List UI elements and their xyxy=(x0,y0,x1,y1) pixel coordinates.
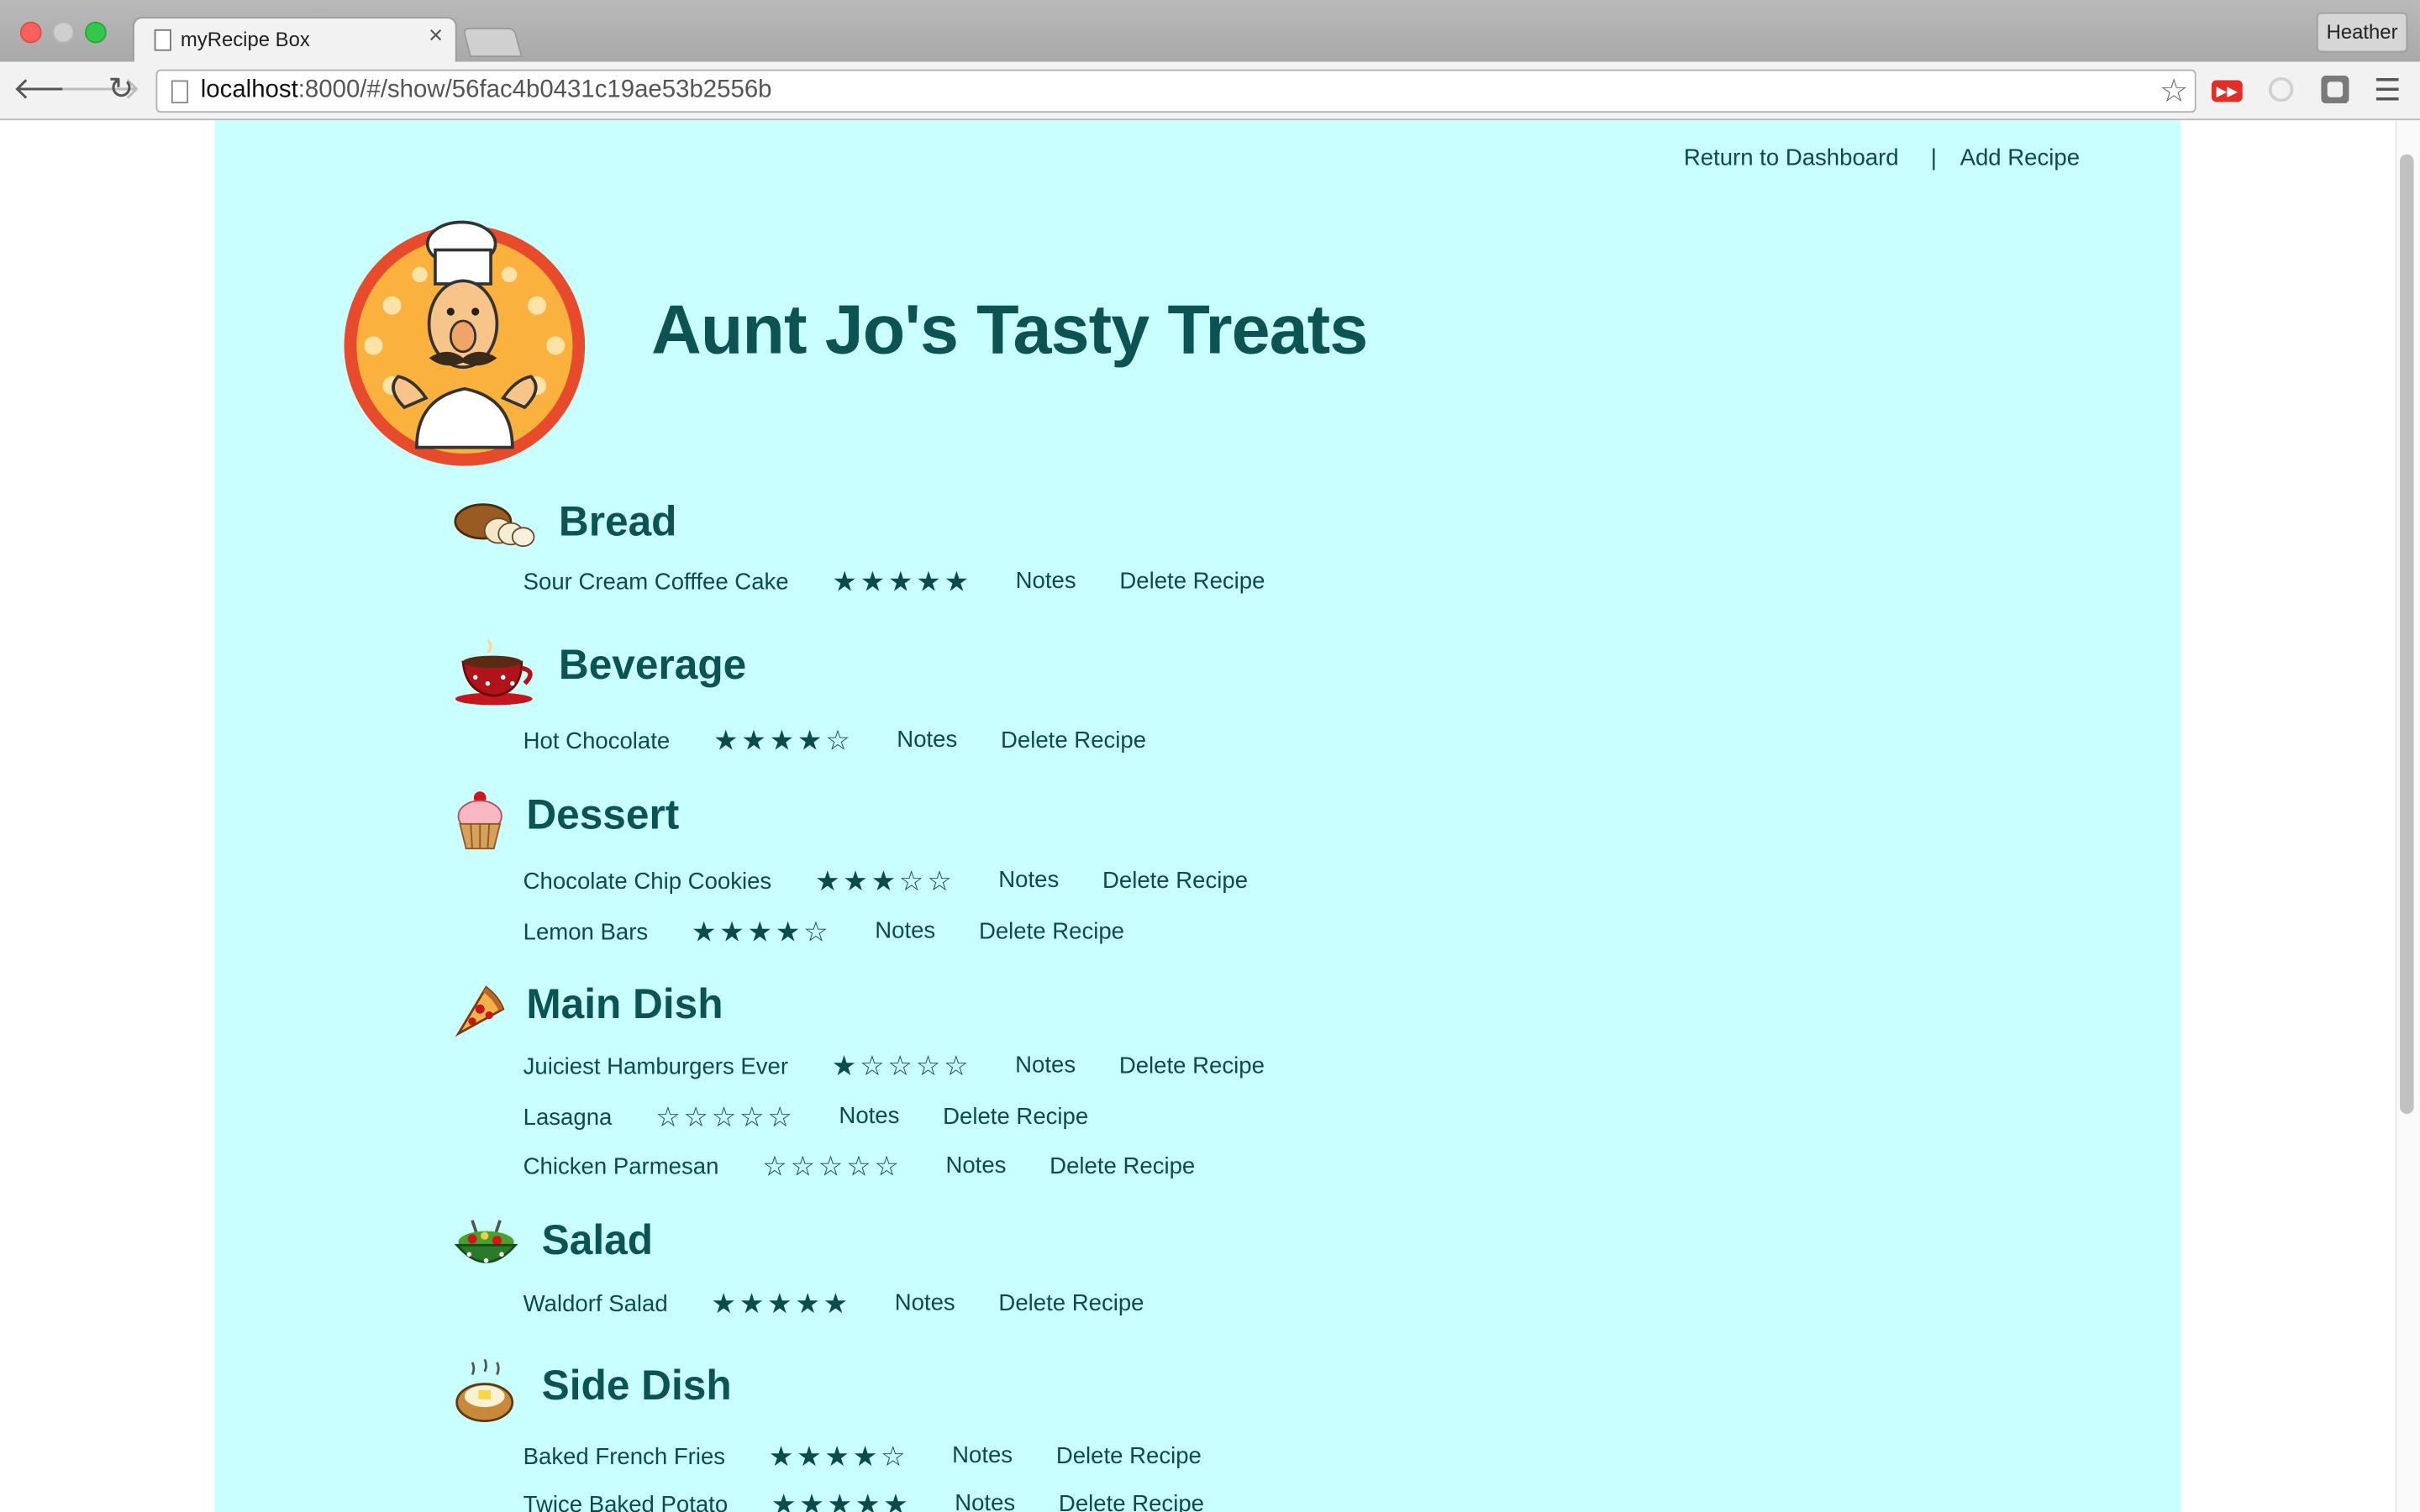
notes-link[interactable]: Notes xyxy=(1016,569,1076,595)
recipe-row: Waldorf Salad ★★★★★ Notes Delete Recipe xyxy=(523,1289,1144,1321)
recipe-name: Chocolate Chip Cookies xyxy=(523,869,772,895)
page-icon xyxy=(171,80,189,104)
rating-stars: ★★★☆☆ xyxy=(814,865,955,897)
recipe-name: Baked French Fries xyxy=(523,1444,726,1471)
delete-recipe-link[interactable]: Delete Recipe xyxy=(1119,569,1265,595)
notes-link[interactable]: Notes xyxy=(897,727,957,753)
category-title: Beverage xyxy=(558,642,747,689)
delete-recipe-link[interactable]: Delete Recipe xyxy=(998,1290,1144,1316)
site-title: Aunt Jo's Tasty Treats xyxy=(651,290,1368,369)
recipe-name: Lemon Bars xyxy=(523,919,649,946)
notes-link[interactable]: Notes xyxy=(998,868,1059,894)
scrollbar-thumb[interactable] xyxy=(2400,154,2414,1115)
recipe-name: Lasagna xyxy=(523,1105,613,1131)
salad-bowl-icon xyxy=(454,1220,518,1263)
document-icon xyxy=(154,29,171,51)
browser-toolbar: 🡐 🡒 ↻ localhost:8000/#/show/56fac4b0431c… xyxy=(0,61,2420,121)
window-maximize-button[interactable] xyxy=(85,21,107,44)
delete-recipe-link[interactable]: Delete Recipe xyxy=(1102,868,1248,894)
browser-titlebar: myRecipe Box × Heather xyxy=(0,0,2420,64)
rating-stars: ★★★★★ xyxy=(711,1288,851,1320)
delete-recipe-link[interactable]: Delete Recipe xyxy=(979,919,1124,945)
youtube-extension-icon[interactable]: ▶▶ xyxy=(2211,74,2245,108)
delete-recipe-link[interactable]: Delete Recipe xyxy=(1050,1153,1195,1179)
cupcake-icon xyxy=(457,791,502,850)
category-title: Dessert xyxy=(526,791,680,838)
recipe-row: Chicken Parmesan ☆☆☆☆☆ Notes Delete Reci… xyxy=(523,1151,1196,1184)
recipe-name: Twice Baked Potato xyxy=(523,1492,729,1512)
rating-stars: ★☆☆☆☆ xyxy=(831,1050,972,1082)
recipe-row: Sour Cream Cofffee Cake ★★★★★ Notes Dele… xyxy=(523,566,1265,599)
recipe-row: Lemon Bars ★★★★☆ Notes Delete Recipe xyxy=(523,916,1124,949)
window-minimize-button[interactable] xyxy=(52,21,75,44)
recipe-name: Chicken Parmesan xyxy=(523,1153,719,1181)
url-text[interactable]: localhost:8000/#/show/56fac4b0431c19ae53… xyxy=(201,77,772,105)
recipe-row: Hot Chocolate ★★★★☆ Notes Delete Recipe xyxy=(523,725,1146,758)
recipe-row: Lasagna ☆☆☆☆☆ Notes Delete Recipe xyxy=(523,1101,1089,1134)
recipe-row: Juiciest Hamburgers Ever ★☆☆☆☆ Notes Del… xyxy=(523,1051,1265,1084)
page-content: Return to Dashboard | Add Recipe Aunt Jo… xyxy=(214,120,2181,1512)
teacup-icon xyxy=(455,638,533,706)
baked-potato-icon xyxy=(455,1359,514,1422)
recipe-row: Baked French Fries ★★★★☆ Notes Delete Re… xyxy=(523,1441,1202,1473)
delete-recipe-link[interactable]: Delete Recipe xyxy=(1059,1491,1204,1512)
rating-stars: ★★★★★ xyxy=(771,1488,912,1512)
browser-tab[interactable]: myRecipe Box × xyxy=(132,17,457,64)
recipe-name: Waldorf Salad xyxy=(523,1291,668,1318)
rating-stars: ★★★★★ xyxy=(832,566,972,597)
notes-link[interactable]: Notes xyxy=(1015,1053,1076,1079)
add-recipe-link[interactable]: Add Recipe xyxy=(1960,145,2080,171)
return-to-dashboard-link[interactable]: Return to Dashboard xyxy=(1684,145,1899,171)
notes-link[interactable]: Notes xyxy=(945,1153,1006,1179)
rating-stars: ☆☆☆☆☆ xyxy=(655,1101,796,1133)
recipe-row: Chocolate Chip Cookies ★★★☆☆ Notes Delet… xyxy=(523,865,1248,898)
bookmark-star-icon[interactable]: ☆ xyxy=(2160,72,2189,111)
category-title: Side Dish xyxy=(541,1362,732,1409)
recipe-name: Juiciest Hamburgers Ever xyxy=(523,1053,789,1080)
category-title: Bread xyxy=(558,498,677,545)
rating-stars: ★★★★☆ xyxy=(768,1441,909,1473)
shield-extension-icon[interactable] xyxy=(2320,74,2354,108)
rating-stars: ★★★★☆ xyxy=(691,916,832,948)
address-bar[interactable]: localhost:8000/#/show/56fac4b0431c19ae53… xyxy=(155,69,2196,113)
notes-link[interactable]: Notes xyxy=(875,919,935,945)
recipe-name: Sour Cream Cofffee Cake xyxy=(523,569,789,596)
category-title: Main Dish xyxy=(526,981,723,1028)
delete-recipe-link[interactable]: Delete Recipe xyxy=(1001,727,1146,753)
notes-link[interactable]: Notes xyxy=(895,1290,955,1316)
bread-icon xyxy=(454,503,535,548)
rating-stars: ★★★★☆ xyxy=(713,725,854,756)
reload-icon[interactable]: ↻ xyxy=(108,72,134,106)
recipe-name: Hot Chocolate xyxy=(523,727,671,755)
delete-recipe-link[interactable]: Delete Recipe xyxy=(943,1104,1088,1130)
delete-recipe-link[interactable]: Delete Recipe xyxy=(1119,1053,1265,1079)
notes-link[interactable]: Notes xyxy=(955,1491,1015,1512)
notes-link[interactable]: Notes xyxy=(952,1443,1013,1469)
category-title: Salad xyxy=(541,1217,654,1264)
sync-extension-icon[interactable] xyxy=(2265,74,2299,108)
profile-button[interactable]: Heather xyxy=(2316,12,2408,53)
window-close-button[interactable] xyxy=(19,21,42,44)
hamburger-menu-icon[interactable]: ☰ xyxy=(2374,71,2402,109)
recipe-row: Twice Baked Potato ★★★★★ Notes Delete Re… xyxy=(523,1488,1204,1512)
page-viewport: Return to Dashboard | Add Recipe Aunt Jo… xyxy=(0,120,2420,1512)
pizza-slice-icon xyxy=(455,985,505,1037)
delete-recipe-link[interactable]: Delete Recipe xyxy=(1056,1443,1202,1469)
rating-stars: ☆☆☆☆☆ xyxy=(762,1151,902,1182)
nav-separator: | xyxy=(1930,144,1937,171)
notes-link[interactable]: Notes xyxy=(839,1104,899,1130)
tab-close-icon[interactable]: × xyxy=(429,24,443,51)
new-tab-button[interactable] xyxy=(462,28,523,57)
chef-logo-icon xyxy=(344,220,586,466)
tab-title: myRecipe Box xyxy=(180,28,310,51)
